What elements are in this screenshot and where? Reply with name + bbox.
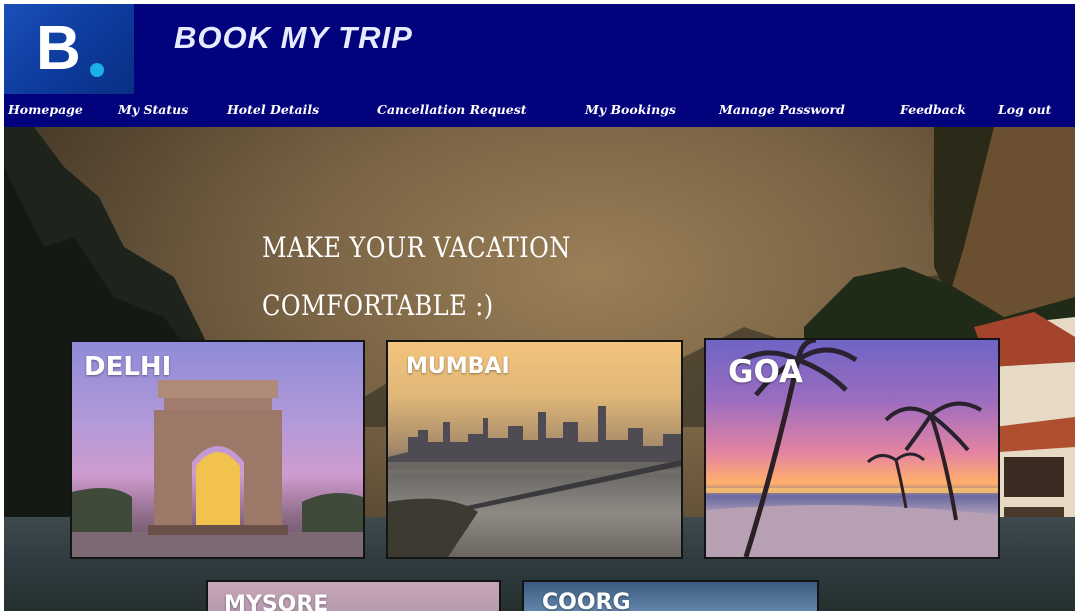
nav-homepage[interactable]: Homepage: [8, 102, 83, 117]
logo-letter: B: [36, 14, 81, 83]
site-header: B BOOK MY TRIP: [4, 4, 1075, 94]
nav-feedback[interactable]: Feedback: [900, 102, 966, 117]
destination-label-goa: GOA: [728, 354, 803, 390]
site-logo[interactable]: B: [4, 4, 134, 94]
nav-my-bookings[interactable]: My Bookings: [585, 102, 676, 117]
nav-manage-password[interactable]: Manage Password: [719, 102, 845, 117]
destination-label-coorg: COORG: [542, 590, 631, 611]
destination-label-delhi: DELHI: [84, 352, 172, 382]
nav-cancellation-request[interactable]: Cancellation Request: [377, 102, 527, 117]
nav-hotel-details[interactable]: Hotel Details: [227, 102, 319, 117]
nav-my-status[interactable]: My Status: [118, 102, 188, 117]
logo-dot-icon: [90, 63, 104, 77]
tagline-line-1: MAKE YOUR VACATION: [262, 231, 571, 264]
destination-card-mysore[interactable]: MYSORE: [206, 580, 501, 611]
page-frame: B BOOK MY TRIP Homepage My Status Hotel …: [4, 4, 1075, 611]
main-nav: Homepage My Status Hotel Details Cancell…: [4, 94, 1075, 127]
destination-label-mumbai: MUMBAI: [406, 354, 510, 379]
destination-label-mysore: MYSORE: [224, 592, 329, 611]
destination-card-goa[interactable]: GOA: [704, 338, 1000, 559]
hero-section: MAKE YOUR VACATION COMFORTABLE :) DELHI: [4, 127, 1075, 611]
site-title: BOOK MY TRIP: [174, 20, 413, 55]
hero-tagline: MAKE YOUR VACATION COMFORTABLE :): [262, 219, 621, 335]
destination-card-coorg[interactable]: COORG: [522, 580, 819, 611]
tagline-line-2: COMFORTABLE :): [262, 289, 494, 322]
destination-card-delhi[interactable]: DELHI: [70, 340, 365, 559]
destination-card-mumbai[interactable]: MUMBAI: [386, 340, 683, 559]
nav-log-out[interactable]: Log out: [998, 102, 1051, 117]
